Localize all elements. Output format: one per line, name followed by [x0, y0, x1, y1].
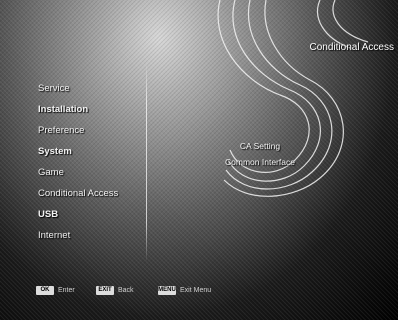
- hint-label: Enter: [58, 287, 75, 294]
- menu-key-icon: MENU: [158, 286, 176, 295]
- page-title: Conditional Access: [309, 42, 395, 53]
- hint-menu: MENU Exit Menu: [158, 286, 211, 295]
- submenu: CA Setting Common Interface: [205, 138, 315, 170]
- menu-item-internet[interactable]: Internet: [38, 225, 118, 246]
- main-menu: Service Installation Preference System Game C…: [38, 78, 118, 246]
- menu-divider: [146, 62, 147, 262]
- menu-item-preference[interactable]: Preference: [38, 120, 118, 141]
- submenu-item-ca-setting[interactable]: CA Setting: [205, 138, 315, 154]
- exit-key-icon: EXIT: [96, 286, 114, 295]
- menu-item-conditional-access[interactable]: Conditional Access: [38, 183, 118, 204]
- hint-label: Exit Menu: [180, 287, 212, 294]
- menu-item-game[interactable]: Game: [38, 162, 118, 183]
- ok-key-icon: OK: [36, 286, 54, 295]
- hint-exit: EXIT Back: [96, 286, 134, 295]
- decorative-swirl: [217, 0, 369, 197]
- menu-item-service[interactable]: Service: [38, 78, 118, 99]
- menu-screen: Conditional Access Service Installation Pr…: [0, 0, 398, 320]
- submenu-item-common-interface[interactable]: Common Interface: [205, 154, 315, 170]
- menu-item-system[interactable]: System: [38, 141, 118, 162]
- hint-ok: OK Enter: [36, 286, 75, 295]
- footer-hints: OK Enter EXIT Back MENU Exit Menu: [36, 286, 366, 300]
- hint-label: Back: [118, 287, 134, 294]
- menu-item-usb[interactable]: USB: [38, 204, 118, 225]
- menu-item-installation[interactable]: Installation: [38, 99, 118, 120]
